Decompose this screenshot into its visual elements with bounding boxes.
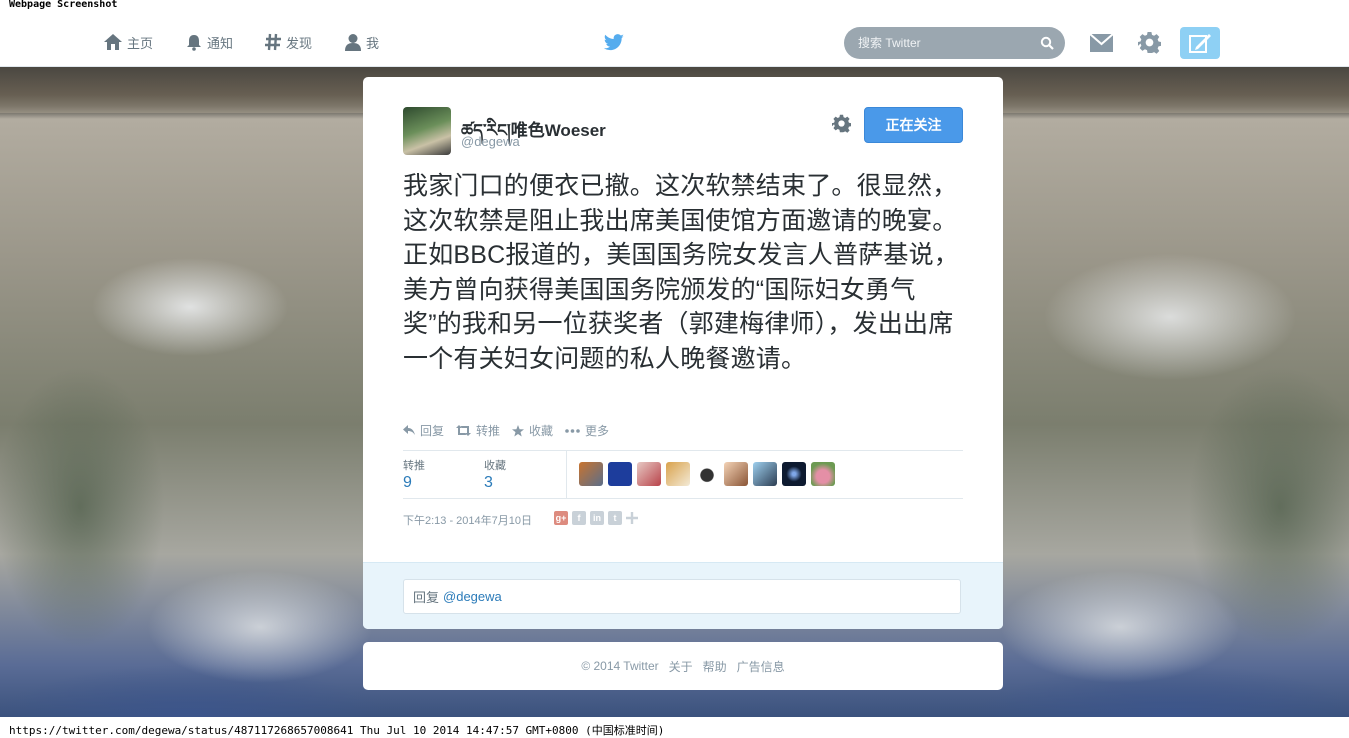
reply-area: 回复 @degewa [363, 562, 1003, 629]
favorite-action[interactable]: 收藏 [512, 422, 553, 439]
retweet-icon [456, 425, 472, 436]
screenshot-caption-top: Webpage Screenshot [9, 0, 118, 10]
engager-avatars [579, 462, 840, 486]
reply-input[interactable]: 回复 @degewa [403, 579, 961, 614]
favorite-count[interactable]: 收藏 3 [484, 457, 506, 492]
search-box[interactable] [844, 27, 1065, 59]
reply-input-mention: @degewa [443, 589, 502, 604]
reply-icon [403, 425, 415, 435]
engager-avatar[interactable] [579, 462, 603, 486]
gear-icon[interactable] [1138, 31, 1161, 54]
engager-avatar[interactable] [782, 462, 806, 486]
retweet-action-label: 转推 [476, 424, 501, 438]
nav-notifications-label: 通知 [207, 35, 234, 51]
engager-avatar[interactable] [666, 462, 690, 486]
facebook-share-icon[interactable]: f [572, 511, 586, 525]
tweet-text: 我家门口的便衣已撤。这次软禁结束了。很显然，这次软禁是阻止我出席美国使馆方面邀请… [403, 172, 960, 373]
linkedin-share-icon[interactable]: in [590, 511, 604, 525]
twitter-bird-icon[interactable] [603, 34, 625, 52]
retweet-count[interactable]: 转推 9 [403, 457, 425, 492]
footer-help-link[interactable]: 帮助 [703, 658, 727, 675]
reply-action[interactable]: 回复 [403, 422, 444, 439]
nav-discover[interactable]: 发现 [264, 32, 312, 52]
following-button[interactable]: 正在关注 [864, 107, 963, 143]
bell-icon [187, 35, 201, 51]
nav-me-label: 我 [366, 35, 380, 51]
favorite-count-value: 3 [484, 474, 493, 491]
search-input[interactable] [856, 35, 1030, 51]
retweet-action[interactable]: 转推 [456, 422, 500, 439]
reply-action-label: 回复 [420, 424, 445, 438]
tweet-actions: 回复 转推 收藏 更多 [403, 422, 621, 439]
share-buttons: g+ f in t [554, 511, 638, 525]
messages-icon[interactable] [1090, 34, 1113, 52]
tweet-permalink-card: ཚད་རིང།唯色Woeser @degewa 正在关注 我家门口的便衣已撤。这… [363, 77, 1003, 629]
favorite-action-label: 收藏 [529, 424, 554, 438]
nav-home[interactable]: 主页 [103, 32, 153, 52]
footer-ads-link[interactable]: 广告信息 [737, 658, 785, 675]
more-share-plus-icon[interactable] [626, 512, 638, 524]
footer-about-link[interactable]: 关于 [669, 658, 693, 675]
engager-avatar[interactable] [608, 462, 632, 486]
tweet-timestamp[interactable]: 下午2:13 - 2014年7月10日 [403, 512, 532, 528]
engager-avatar[interactable] [724, 462, 748, 486]
tweet-author-username[interactable]: @degewa [461, 134, 520, 149]
tumblr-share-icon[interactable]: t [608, 511, 622, 525]
stats-divider [566, 451, 567, 498]
avatar[interactable] [403, 107, 451, 155]
footer: © 2014 Twitter 关于 帮助 广告信息 [363, 642, 1003, 690]
compose-tweet-button[interactable] [1180, 27, 1220, 59]
retweet-count-value: 9 [403, 474, 412, 491]
more-action[interactable]: 更多 [565, 422, 609, 439]
person-icon [345, 34, 361, 51]
compose-pen-icon [1189, 34, 1211, 53]
reply-input-prefix: 回复 [413, 590, 440, 605]
more-dots-icon [565, 428, 580, 433]
favorite-count-label: 收藏 [484, 460, 506, 472]
hashtag-icon [265, 33, 281, 51]
user-actions-gear-icon[interactable] [832, 114, 851, 133]
star-icon [512, 424, 525, 436]
home-icon [104, 34, 122, 50]
retweet-count-label: 转推 [403, 460, 425, 472]
engager-avatar[interactable] [695, 462, 719, 486]
nav-me[interactable]: 我 [344, 32, 379, 52]
more-action-label: 更多 [585, 424, 610, 438]
engager-avatar[interactable] [753, 462, 777, 486]
google-plus-share-icon[interactable]: g+ [554, 511, 568, 525]
top-navigation-bar: 主页 通知 发现 我 [0, 12, 1349, 67]
search-icon[interactable] [1040, 36, 1054, 50]
nav-notifications[interactable]: 通知 [185, 32, 233, 52]
nav-discover-label: 发现 [286, 35, 313, 51]
nav-home-label: 主页 [127, 35, 154, 51]
engager-avatar[interactable] [811, 462, 835, 486]
tweet-stats: 转推 9 收藏 3 [403, 450, 963, 499]
engager-avatar[interactable] [637, 462, 661, 486]
footer-copyright: © 2014 Twitter [581, 659, 659, 673]
